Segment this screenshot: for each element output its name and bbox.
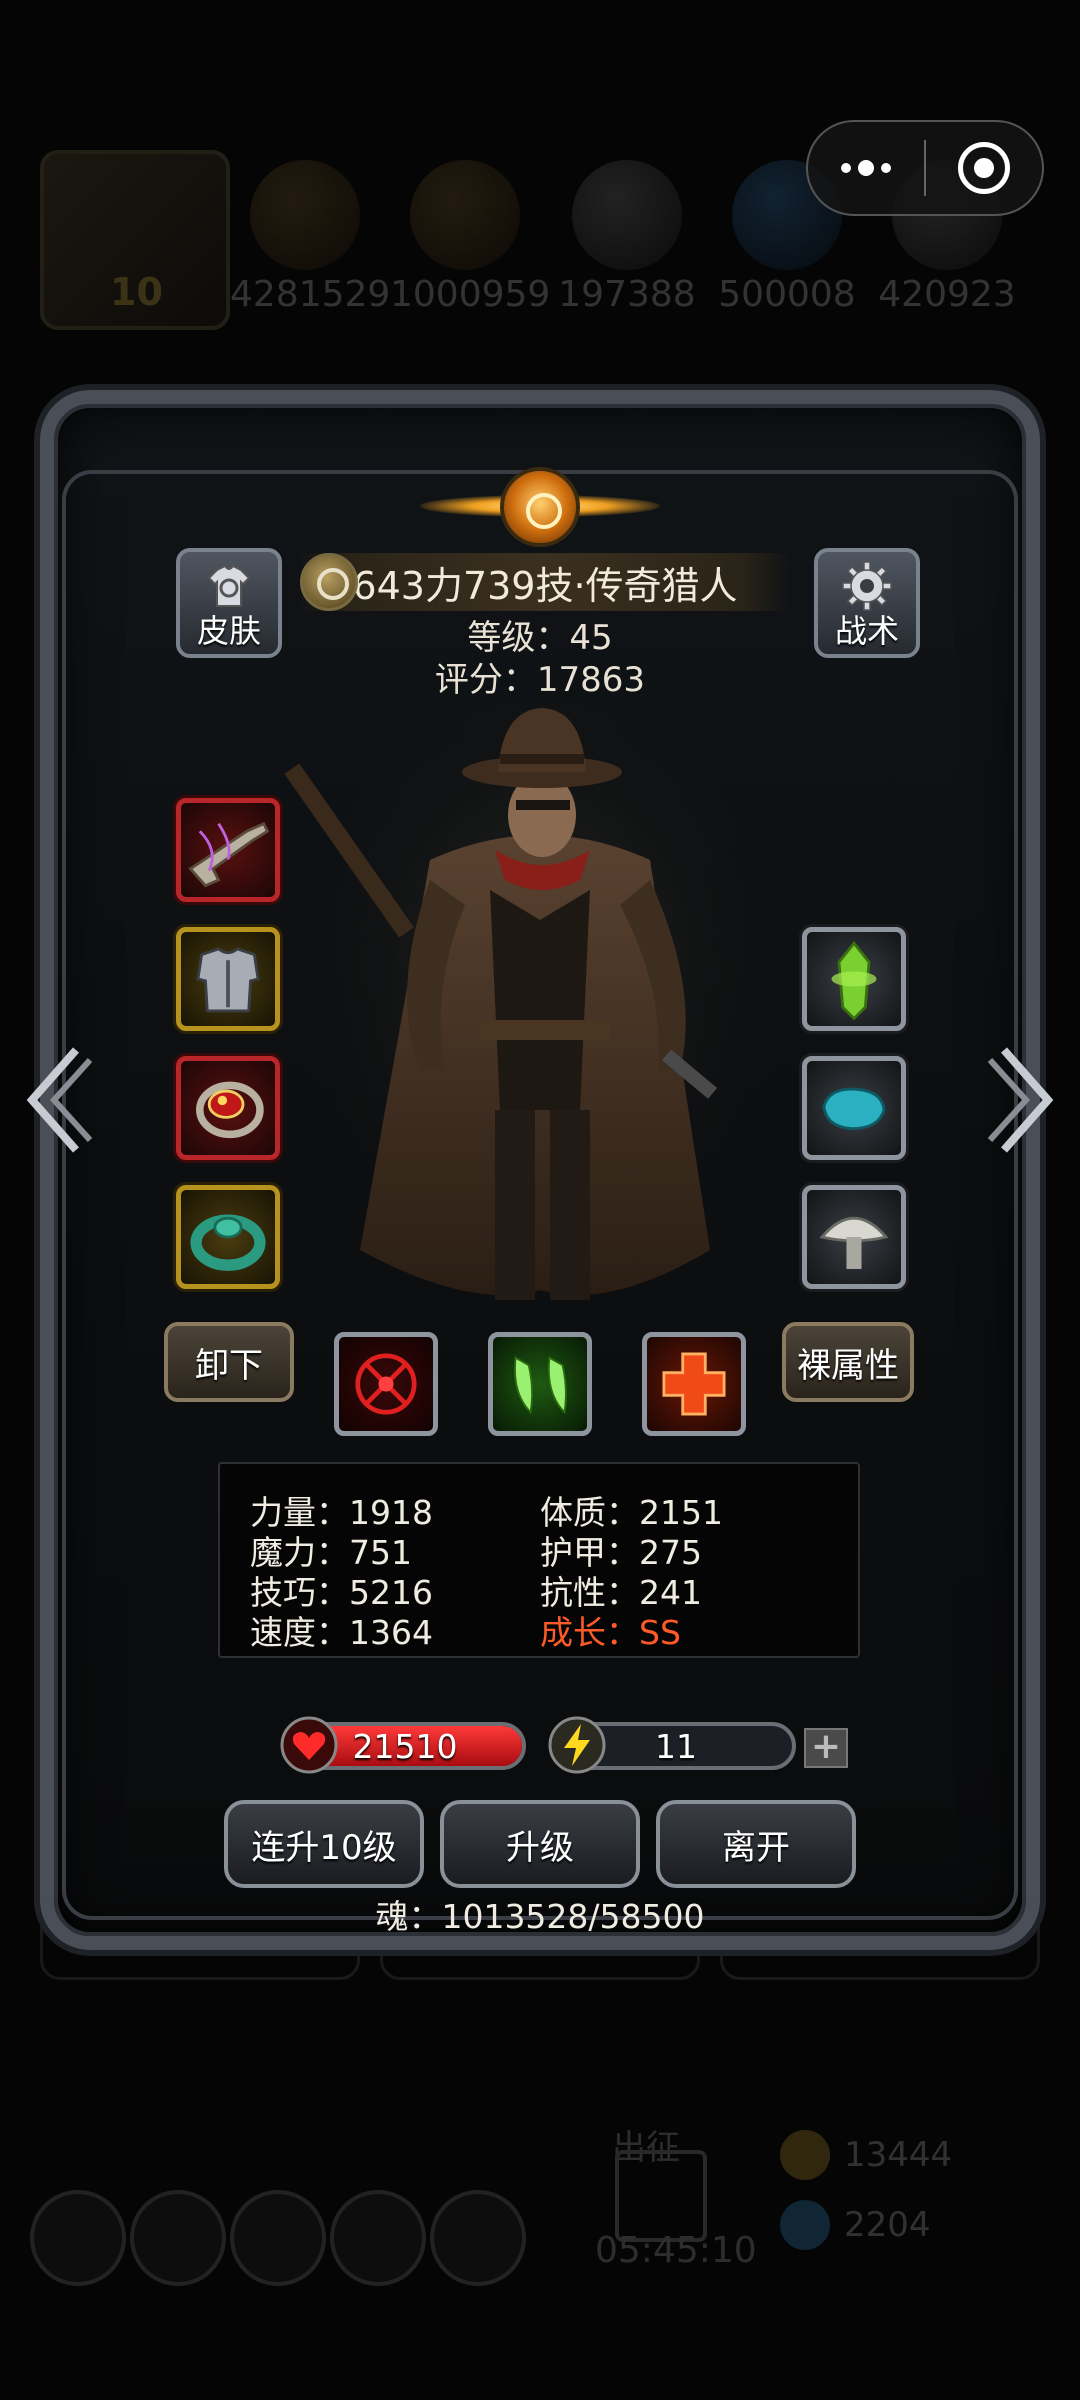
stats-panel: 力量：1918 魔力：751 技巧：5216 速度：1364 体质：2151 护… bbox=[218, 1462, 860, 1658]
skill-slot-3[interactable] bbox=[642, 1332, 746, 1436]
medal-icon bbox=[300, 553, 358, 611]
tactics-button[interactable]: 战术 bbox=[814, 548, 920, 658]
currency-row: 2204 bbox=[780, 2190, 1040, 2260]
resource-item: 1000959 bbox=[390, 160, 550, 315]
skin-button[interactable]: 皮肤 bbox=[176, 548, 282, 658]
skill-slot-2[interactable] bbox=[488, 1332, 592, 1436]
green-crystal-icon bbox=[831, 941, 877, 1021]
resource-item: 197388 bbox=[552, 160, 702, 315]
diamond-icon bbox=[780, 2200, 830, 2250]
hunter-character-portrait bbox=[284, 690, 790, 1330]
mushroom-slot[interactable] bbox=[802, 1185, 906, 1289]
heart-icon bbox=[280, 1716, 338, 1774]
stone-slot[interactable] bbox=[802, 1056, 906, 1160]
coin-icon bbox=[780, 2130, 830, 2180]
stat-speed: 速度：1364 bbox=[250, 1613, 433, 1652]
soul-counter: 魂：1013528/58500 bbox=[375, 1897, 705, 1936]
menu-circle-icon bbox=[330, 2190, 426, 2286]
skin-label: 皮肤 bbox=[196, 612, 261, 650]
player-level: 10 bbox=[110, 270, 163, 314]
base-stats-button[interactable]: 裸属性 bbox=[782, 1322, 914, 1402]
claw-icon bbox=[514, 1356, 567, 1415]
red-cross-icon bbox=[662, 1352, 726, 1416]
gold-icon bbox=[250, 160, 360, 270]
hero-name: 643力739技·传奇猎人 bbox=[352, 563, 738, 608]
crystal-slot[interactable] bbox=[802, 927, 906, 1031]
stat-growth: 成长：SS bbox=[540, 1613, 681, 1652]
level-up-button[interactable]: 升级 bbox=[440, 1800, 640, 1888]
currency-panel: 13444 2204 bbox=[780, 2120, 1040, 2280]
top-crest-emblem bbox=[420, 455, 660, 555]
leave-button[interactable]: 离开 bbox=[656, 1800, 856, 1888]
more-button[interactable] bbox=[808, 120, 924, 216]
jade-bracelet-icon bbox=[190, 1214, 266, 1271]
close-miniprogram-button[interactable] bbox=[926, 120, 1042, 216]
resource-item: 4281529 bbox=[230, 160, 390, 315]
bracelet-slot[interactable] bbox=[176, 1185, 280, 1289]
skill-slot-1[interactable] bbox=[334, 1332, 438, 1436]
tactics-label: 战术 bbox=[834, 612, 899, 650]
bread-icon bbox=[410, 160, 520, 270]
menu-circle-icon bbox=[230, 2190, 326, 2286]
armor-icon bbox=[196, 947, 260, 1013]
menu-circle-icon bbox=[430, 2190, 526, 2286]
previous-hero-arrow[interactable] bbox=[14, 1040, 94, 1160]
add-energy-button[interactable]: + bbox=[804, 1728, 848, 1768]
timer: 05:45:10 bbox=[595, 2230, 757, 2271]
more-dots-icon bbox=[841, 160, 891, 176]
miniprogram-capsule bbox=[806, 120, 1044, 216]
ore-icon bbox=[572, 160, 682, 270]
blue-stone-icon bbox=[822, 1087, 886, 1131]
gear-icon bbox=[842, 561, 892, 611]
mushroom-icon bbox=[819, 1216, 889, 1269]
next-hero-arrow[interactable] bbox=[986, 1040, 1066, 1160]
ring-slot[interactable] bbox=[176, 1056, 280, 1160]
crosshair-icon bbox=[355, 1353, 417, 1415]
ruby-ring-icon bbox=[196, 1081, 264, 1139]
gift-icon bbox=[615, 2150, 707, 2242]
hero-name-banner: 643力739技·传奇猎人 bbox=[300, 553, 790, 611]
currency-row: 13444 bbox=[780, 2120, 1040, 2190]
level-up-10-button[interactable]: 连升10级 bbox=[224, 1800, 424, 1888]
unequip-button[interactable]: 卸下 bbox=[164, 1322, 294, 1402]
bottom-bar: 出征 05:45:10 13444 2204 bbox=[0, 2120, 1080, 2320]
pistol-icon bbox=[188, 821, 270, 888]
target-icon bbox=[957, 142, 1010, 194]
menu-circle-icon bbox=[30, 2190, 126, 2286]
weapon-slot[interactable] bbox=[176, 798, 280, 902]
lightning-icon bbox=[548, 1716, 606, 1774]
menu-circle-icon bbox=[130, 2190, 226, 2286]
shirt-refresh-icon bbox=[207, 564, 251, 607]
armor-slot[interactable] bbox=[176, 927, 280, 1031]
